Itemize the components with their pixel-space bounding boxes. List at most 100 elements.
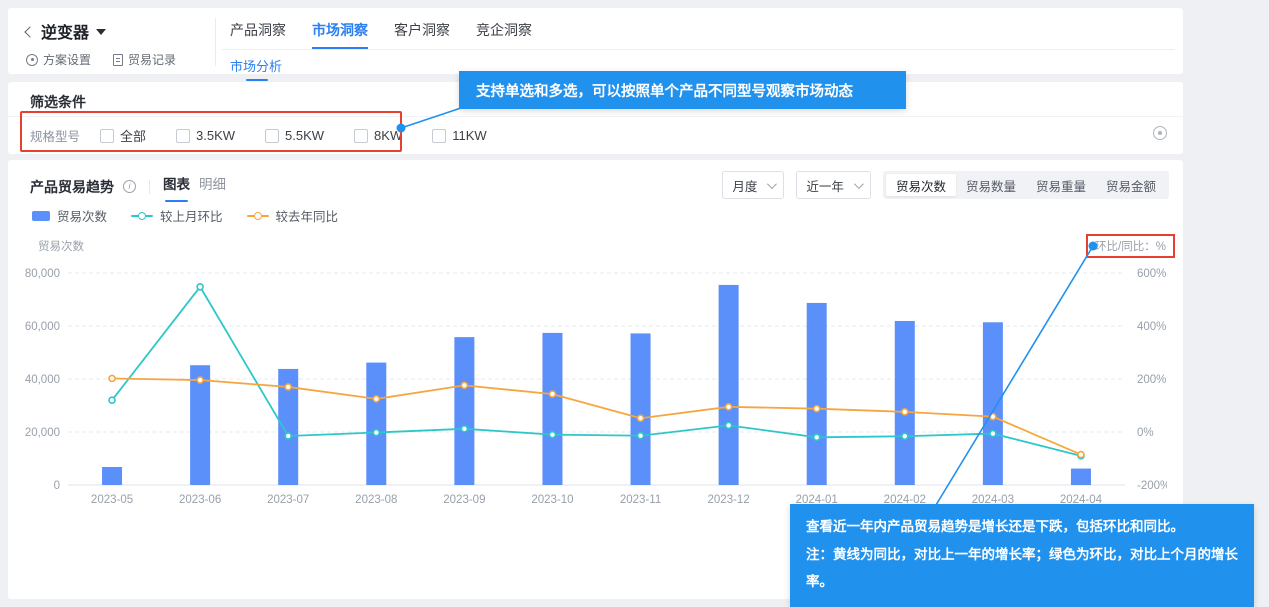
legend-orange-line-swatch <box>247 215 269 217</box>
checkbox-label: 5.5KW <box>285 128 324 143</box>
trend-combo-chart[interactable]: 020,00040,00060,00080,000-200%0%200%400%… <box>24 248 1167 516</box>
annotation-callout-filter: 支持单选和多选，可以按照单个产品不同型号观察市场动态 <box>459 71 906 109</box>
info-icon[interactable] <box>123 180 136 193</box>
point-较去年同比-2023-05[interactable] <box>109 375 115 381</box>
back-chevron-icon[interactable] <box>24 26 35 37</box>
legend-item-mom[interactable]: 较上月环比 <box>131 206 223 225</box>
subnav-item-trade-records[interactable]: 贸易记录 <box>113 51 176 68</box>
svg-text:20,000: 20,000 <box>25 427 60 439</box>
checkbox-3-5kw[interactable]: 3.5KW <box>176 126 235 145</box>
point-较上月环比-2023-08[interactable] <box>373 430 379 436</box>
point-较去年同比-2023-06[interactable] <box>197 377 203 383</box>
point-较上月环比-2024-02[interactable] <box>902 433 908 439</box>
checkbox-5-5kw[interactable]: 5.5KW <box>265 126 324 145</box>
filter-target-icon[interactable] <box>1153 126 1167 140</box>
metric-button-trade-quantity[interactable]: 贸易数量 <box>956 174 1026 196</box>
filter-divider <box>8 116 1183 117</box>
point-较去年同比-2023-08[interactable] <box>373 396 379 402</box>
header-card: 逆变器 方案设置 贸易记录 产品洞察 市场洞察 客户洞察 竞企洞察 市场分析 <box>8 8 1183 74</box>
legend-label: 较去年同比 <box>276 206 339 225</box>
bar-2023-12[interactable] <box>719 285 739 485</box>
bar-2023-08[interactable] <box>366 363 386 485</box>
point-较去年同比-2023-11[interactable] <box>638 415 644 421</box>
point-较上月环比-2023-09[interactable] <box>461 426 467 432</box>
checkbox-icon[interactable] <box>265 129 279 143</box>
legend-bar-swatch <box>32 211 50 221</box>
checkbox-all[interactable]: 全部 <box>100 126 146 145</box>
callout-text-line2: 注：黄线为同比，对比上一年的增长率；绿色为环比，对比上个月的增长率。 <box>806 547 1238 590</box>
header-divider <box>215 18 216 66</box>
caret-down-icon[interactable] <box>96 29 106 35</box>
svg-text:40,000: 40,000 <box>25 374 60 386</box>
metric-button-trade-amount[interactable]: 贸易金额 <box>1096 174 1166 196</box>
point-较去年同比-2023-09[interactable] <box>461 382 467 388</box>
subtab-market-analysis[interactable]: 市场分析 <box>230 56 282 75</box>
tab-market-insight[interactable]: 市场洞察 <box>312 20 368 48</box>
view-tab-detail[interactable]: 明细 <box>199 173 226 200</box>
point-较上月环比-2023-07[interactable] <box>285 433 291 439</box>
tab-customer-insight[interactable]: 客户洞察 <box>394 20 450 48</box>
bar-2024-04[interactable] <box>1071 469 1091 485</box>
metric-button-group: 贸易次数 贸易数量 贸易重量 贸易金额 <box>883 171 1169 199</box>
svg-text:60,000: 60,000 <box>25 321 60 333</box>
checkbox-11kw[interactable]: 11KW <box>432 126 486 145</box>
point-较去年同比-2023-10[interactable] <box>549 391 555 397</box>
checkbox-8kw[interactable]: 8KW <box>354 126 402 145</box>
svg-text:2023-08: 2023-08 <box>355 494 397 506</box>
svg-text:80,000: 80,000 <box>25 268 60 280</box>
page-title: 逆变器 <box>41 19 89 43</box>
checkbox-icon[interactable] <box>354 129 368 143</box>
point-较去年同比-2023-12[interactable] <box>726 404 732 410</box>
point-较上月环比-2023-10[interactable] <box>549 432 555 438</box>
legend-item-trade-count[interactable]: 贸易次数 <box>32 206 107 225</box>
bar-2024-03[interactable] <box>983 322 1003 485</box>
period-select-value: 月度 <box>732 176 757 195</box>
right-axis-title: 环比/同比：% <box>1095 241 1166 253</box>
point-较上月环比-2023-06[interactable] <box>197 284 203 290</box>
svg-text:2023-05: 2023-05 <box>91 494 133 506</box>
target-icon <box>26 54 38 66</box>
checkbox-label: 11KW <box>452 128 486 143</box>
bar-2023-11[interactable] <box>631 333 651 485</box>
point-较去年同比-2024-03[interactable] <box>990 414 996 420</box>
metric-button-trade-count[interactable]: 贸易次数 <box>886 174 956 196</box>
bar-2023-10[interactable] <box>542 333 562 485</box>
bar-2023-05[interactable] <box>102 467 122 485</box>
point-较去年同比-2024-01[interactable] <box>814 406 820 412</box>
bar-2023-09[interactable] <box>454 337 474 485</box>
point-较上月环比-2023-12[interactable] <box>726 422 732 428</box>
chevron-down-icon <box>854 179 864 189</box>
bar-2024-01[interactable] <box>807 303 827 485</box>
view-tab-chart[interactable]: 图表 <box>163 173 190 200</box>
subnav-label: 方案设置 <box>43 51 91 68</box>
checkbox-icon[interactable] <box>432 129 446 143</box>
period-select[interactable]: 月度 <box>722 171 784 199</box>
point-较上月环比-2023-11[interactable] <box>638 433 644 439</box>
point-较去年同比-2024-02[interactable] <box>902 409 908 415</box>
checkbox-icon[interactable] <box>176 129 190 143</box>
range-select[interactable]: 近一年 <box>796 171 871 199</box>
point-较去年同比-2024-04[interactable] <box>1078 452 1084 458</box>
bar-2024-02[interactable] <box>895 321 915 485</box>
line-较去年同比[interactable] <box>112 378 1081 454</box>
legend-label: 贸易次数 <box>57 206 107 225</box>
right-axis-title-red-box: 环比/同比：% <box>1086 234 1175 258</box>
metric-button-trade-weight[interactable]: 贸易重量 <box>1026 174 1096 196</box>
tab-competitor-insight[interactable]: 竞企洞察 <box>476 20 532 48</box>
tab-product-insight[interactable]: 产品洞察 <box>230 20 286 48</box>
checkbox-icon[interactable] <box>100 129 114 143</box>
subnav-label: 贸易记录 <box>128 51 176 68</box>
subnav-item-plan-settings[interactable]: 方案设置 <box>26 51 91 68</box>
point-较上月环比-2023-05[interactable] <box>109 397 115 403</box>
svg-text:2023-07: 2023-07 <box>267 494 309 506</box>
point-较上月环比-2024-03[interactable] <box>990 431 996 437</box>
point-较去年同比-2023-07[interactable] <box>285 384 291 390</box>
line-较上月环比[interactable] <box>112 287 1081 456</box>
legend-item-yoy[interactable]: 较去年同比 <box>247 206 339 225</box>
point-较上月环比-2024-01[interactable] <box>814 434 820 440</box>
checkbox-label: 8KW <box>374 128 402 143</box>
main-tabs: 产品洞察 市场洞察 客户洞察 竞企洞察 <box>230 20 532 48</box>
svg-text:-200%: -200% <box>1137 480 1167 492</box>
callout-text: 支持单选和多选，可以按照单个产品不同型号观察市场动态 <box>476 80 853 101</box>
filter-row-label: 规格型号 <box>30 126 96 145</box>
